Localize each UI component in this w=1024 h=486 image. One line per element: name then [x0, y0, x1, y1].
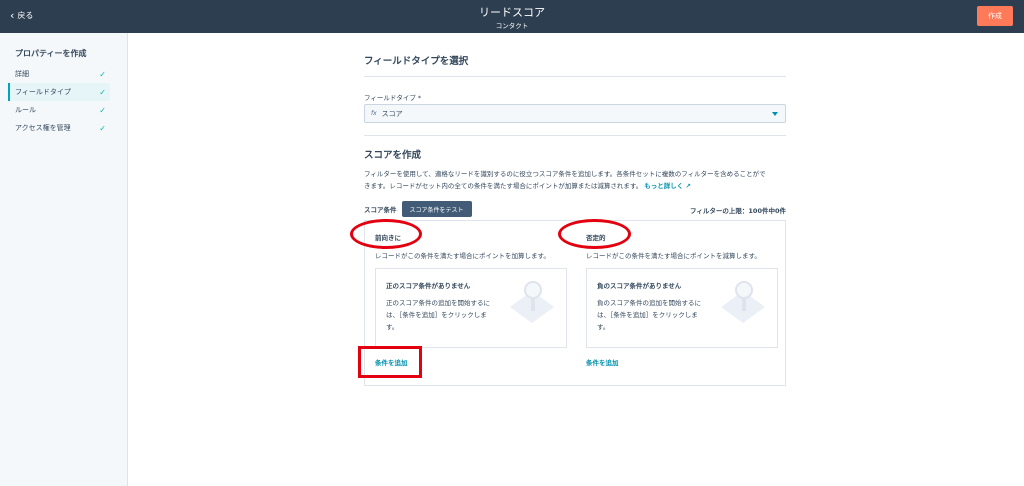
sidebar-item-access[interactable]: アクセス権を管理 ✓ [8, 119, 110, 137]
negative-empty-title: 負のスコア条件がありません [597, 282, 682, 290]
positive-empty-state: 正のスコア条件がありません 正のスコア条件の追加を開始するには、［条件を追加］を… [375, 268, 567, 348]
field-type-select[interactable]: fx スコア [364, 104, 786, 123]
field-type-heading: フィールドタイプを選択 [364, 56, 469, 67]
external-link-icon: ↗ [685, 182, 691, 190]
score-conditions-row: スコア条件 スコア条件をテスト フィルターの上限：100件中0件 [364, 201, 786, 217]
check-icon: ✓ [99, 69, 106, 79]
page-subtitle: コンタクト [495, 22, 529, 30]
positive-empty-body: 正のスコア条件の追加を開始するには、［条件を追加］をクリックします。 [386, 299, 490, 331]
sidebar-heading: プロパティーを作成 [15, 49, 87, 58]
score-conditions-label: スコア条件 [364, 206, 397, 214]
score-description: フィルターを使用して、適格なリードを識別するのに役立つスコア条件を追加します。各… [364, 168, 786, 192]
check-icon: ✓ [99, 123, 106, 133]
score-heading: スコアを作成 [364, 150, 422, 161]
negative-empty-state: 負のスコア条件がありません 負のスコア条件の追加を開始するには、［条件を追加］を… [586, 268, 778, 348]
negative-add-condition-link[interactable]: 条件を追加 [586, 357, 619, 367]
page-title: リードスコア [479, 6, 545, 19]
annotation-rect-add-condition [358, 346, 422, 378]
filter-limit: フィルターの上限：100件中0件 [690, 207, 786, 215]
positive-empty-title: 正のスコア条件がありません [386, 282, 471, 290]
create-button[interactable]: 作成 [977, 6, 1013, 26]
check-icon: ✓ [99, 87, 106, 97]
sidebar-item-details[interactable]: 詳細 ✓ [8, 65, 110, 83]
top-bar: ‹ 戻る リードスコア コンタクト 作成 [0, 0, 1024, 33]
sidebar-item-label: アクセス権を管理 [15, 124, 71, 132]
check-icon: ✓ [99, 105, 106, 115]
caret-down-icon [772, 112, 778, 116]
field-type-label: フィールドタイプ * [364, 94, 422, 102]
annotation-oval-positive [350, 219, 422, 249]
negative-subtitle: レコードがこの条件を満たす場合にポイントを減算します。 [586, 252, 761, 260]
description-line-2: きます。レコードがセット内の全ての条件を満たす場合にポイントが加算または減算され… [364, 182, 643, 190]
sidebar-item-rules[interactable]: ルール ✓ [8, 101, 110, 119]
description-line-1: フィルターを使用して、適格なリードを識別するのに役立つスコア条件を追加します。各… [364, 170, 766, 178]
annotation-oval-negative [558, 219, 631, 249]
negative-empty-body: 負のスコア条件の追加を開始するには、［条件を追加］をクリックします。 [597, 299, 701, 331]
test-score-button[interactable]: スコア条件をテスト [401, 201, 472, 217]
divider [364, 135, 786, 136]
sidebar-item-label: フィールドタイプ [15, 88, 71, 96]
positive-subtitle: レコードがこの条件を満たす場合にポイントを加算します。 [375, 252, 550, 260]
field-type-value: スコア [381, 109, 403, 118]
magnifier-illustration-icon [721, 281, 765, 323]
learn-more-label: もっと詳しく [644, 182, 684, 190]
sidebar-item-label: ルール [15, 106, 36, 114]
sidebar: プロパティーを作成 詳細 ✓ フィールドタイプ ✓ ルール ✓ アクセス権を管理… [0, 33, 128, 486]
sidebar-item-label: 詳細 [15, 70, 29, 78]
divider [364, 76, 786, 77]
sidebar-item-field-type[interactable]: フィールドタイプ ✓ [8, 83, 110, 101]
learn-more-link[interactable]: もっと詳しく ↗ [644, 182, 691, 190]
function-icon: fx [371, 110, 377, 117]
magnifier-illustration-icon [510, 281, 554, 323]
